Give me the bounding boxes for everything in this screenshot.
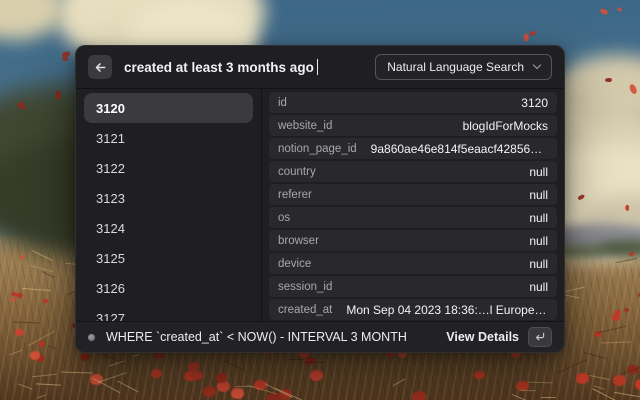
list-item[interactable]: 3124 (84, 213, 253, 243)
chevron-down-icon (532, 60, 542, 70)
list-item-label: 3123 (96, 190, 125, 206)
list-item-label: 3124 (96, 220, 125, 236)
detail-value: null (529, 256, 548, 271)
detail-row[interactable]: website_id blogIdForMocks (269, 115, 557, 136)
back-button[interactable] (88, 55, 112, 79)
content-area: 3120 3121 3122 3123 3124 3125 3126 3127 … (76, 89, 564, 321)
text-caret (316, 59, 319, 75)
detail-row[interactable]: id 3120 (269, 92, 557, 113)
list-item[interactable]: 3122 (84, 153, 253, 183)
poppy-flower (187, 361, 200, 372)
list-item[interactable]: 3127 (84, 303, 253, 322)
poppy-flower (629, 252, 634, 256)
list-item[interactable]: 3120 (84, 93, 253, 123)
poppy-flower (612, 374, 626, 386)
view-details-action[interactable]: View Details (446, 327, 552, 347)
poppy-flower (30, 351, 41, 360)
poppy-flower (19, 255, 25, 259)
floating-petal (54, 89, 62, 100)
detail-row[interactable]: session_id null (269, 276, 557, 297)
detail-row[interactable]: created_at Mon Sep 04 2023 18:36:…l Euro… (269, 299, 557, 320)
detail-row[interactable]: referer null (269, 184, 557, 205)
detail-value: null (529, 187, 548, 202)
detail-value: Mon Sep 04 2023 18:36:…l European Summer… (346, 302, 548, 317)
list-item[interactable]: 3125 (84, 243, 253, 273)
detail-row[interactable]: os null (269, 207, 557, 228)
poppy-flower (43, 299, 48, 303)
detail-value: blogIdForMocks (462, 118, 548, 133)
floating-petal (523, 33, 529, 42)
poppy-flower (612, 314, 620, 321)
detail-key: country (278, 165, 316, 178)
detail-key: notion_page_id (278, 142, 357, 155)
list-item[interactable]: 3123 (84, 183, 253, 213)
result-list: 3120 3121 3122 3123 3124 3125 3126 3127 (76, 89, 262, 321)
detail-key: os (278, 211, 291, 224)
poppy-flower (9, 297, 15, 303)
enter-key-button[interactable] (528, 327, 552, 347)
list-item-label: 3122 (96, 160, 125, 176)
list-item-label: 3125 (96, 250, 125, 266)
detail-value: null (529, 233, 548, 248)
poppy-flower (309, 369, 323, 381)
footer-bar: WHERE `created_at` < NOW() - INTERVAL 3 … (76, 321, 564, 352)
detail-value: 3120 (521, 95, 548, 110)
detail-row[interactable]: browser null (269, 230, 557, 251)
detail-value: null (529, 279, 548, 294)
list-item[interactable]: 3121 (84, 123, 253, 153)
search-bar: created at least 3 months ago Natural La… (76, 46, 564, 89)
command-palette-window: created at least 3 months ago Natural La… (75, 45, 565, 353)
list-item[interactable]: 3126 (84, 273, 253, 303)
detail-row[interactable]: notion_page_id 9a860ae46e814f5eaacf42856… (269, 138, 557, 159)
detail-key: session_id (278, 280, 333, 293)
detail-value: null (529, 164, 548, 179)
detail-row[interactable]: device null (269, 253, 557, 274)
detail-key: referer (278, 188, 312, 201)
detail-value: 9a860ae46e814f5eaacf42856c78c26a (370, 141, 548, 156)
detail-key: id (278, 96, 287, 109)
list-item-label: 3126 (96, 280, 125, 296)
poppy-flower (474, 370, 485, 380)
search-input[interactable]: created at least 3 months ago (124, 59, 319, 75)
poppy-flower (79, 352, 90, 361)
poppy-flower (411, 391, 427, 400)
search-query-text: created at least 3 months ago (124, 59, 314, 75)
sql-preview: WHERE `created_at` < NOW() - INTERVAL 3 … (106, 330, 407, 344)
arrow-left-icon (95, 62, 105, 72)
status-dot-icon (88, 333, 95, 341)
search-mode-dropdown[interactable]: Natural Language Search (375, 54, 552, 80)
detail-row[interactable]: country null (269, 161, 557, 182)
detail-key: website_id (278, 119, 333, 132)
detail-panel: id 3120 website_id blogIdForMocks notion… (262, 89, 564, 321)
poppy-flower (14, 328, 24, 337)
detail-key: browser (278, 234, 319, 247)
detail-value: null (529, 210, 548, 225)
list-item-label: 3121 (96, 130, 125, 146)
list-item-label: 3127 (96, 310, 125, 322)
list-item-label: 3120 (96, 100, 125, 116)
detail-key: created_at (278, 303, 333, 316)
poppy-flower (231, 388, 245, 399)
search-mode-label: Natural Language Search (387, 60, 524, 74)
detail-key: device (278, 257, 312, 270)
poppy-flower (215, 373, 228, 383)
return-arrow-icon (535, 332, 545, 341)
view-details-label: View Details (446, 330, 519, 344)
